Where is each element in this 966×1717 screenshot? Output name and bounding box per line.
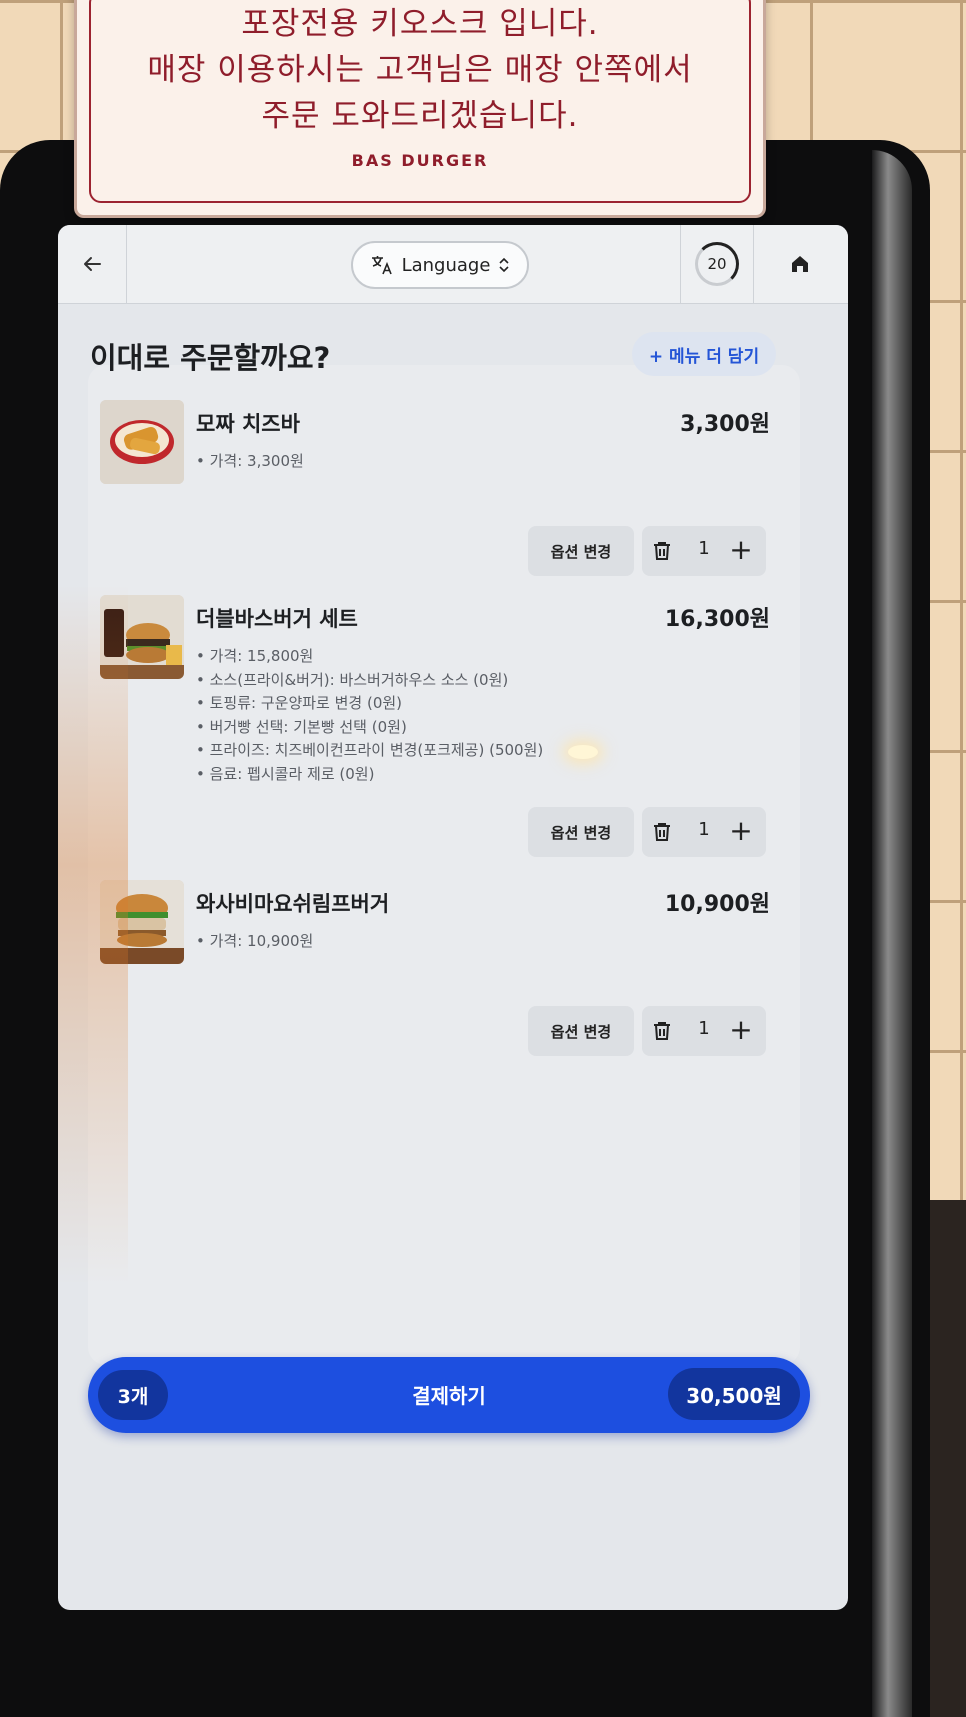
trash-icon[interactable]	[650, 820, 674, 844]
item-option: 음료: 펩시콜라 제로 (0원)	[196, 763, 543, 787]
sign-line-1: 포장전용 키오스크 입니다.	[241, 6, 599, 42]
item-option: 가격: 3,300원	[196, 450, 304, 474]
change-option-button[interactable]: 옵션 변경	[528, 807, 634, 857]
change-option-button[interactable]: 옵션 변경	[528, 526, 634, 576]
home-button[interactable]	[752, 225, 848, 303]
back-button[interactable]	[58, 225, 127, 303]
plus-icon[interactable]: +	[726, 1012, 756, 1048]
item-option: 가격: 15,800원	[196, 645, 543, 669]
quantity-stepper: 1 +	[642, 1006, 766, 1056]
total-price-badge: 30,500원	[668, 1368, 800, 1420]
item-name: 와사비마요쉬림프버거	[196, 892, 390, 916]
takeout-only-sign: 포장전용 키오스크 입니다. 매장 이용하시는 고객님은 매장 안쪽에서 주문 …	[74, 0, 766, 218]
item-option: 버거빵 선택: 기본빵 선택 (0원)	[196, 716, 543, 740]
trash-icon[interactable]	[650, 1019, 674, 1043]
light-glare	[568, 745, 598, 759]
item-price: 3,300원	[680, 412, 770, 437]
sign-line-2: 매장 이용하시는 고객님은 매장 안쪽에서	[147, 52, 693, 88]
checkout-button[interactable]: 3개 결제하기 30,500원	[88, 1357, 810, 1433]
quantity-value: 1	[698, 819, 710, 840]
home-icon	[792, 256, 808, 272]
item-option: 소스(프라이&버거): 바스버거하우스 소스 (0원)	[196, 669, 543, 693]
sign-line-3: 주문 도와드리겠습니다.	[261, 98, 579, 134]
item-option: 프라이즈: 치즈베이컨프라이 변경(포크제공) (500원)	[196, 739, 544, 763]
item-options: 가격: 3,300원	[196, 450, 304, 474]
timer-cell: 20	[680, 225, 754, 303]
quantity-stepper: 1 +	[642, 807, 766, 857]
page-title: 이대로 주문할까요?	[90, 341, 331, 375]
sign-border: 포장전용 키오스크 입니다. 매장 이용하시는 고객님은 매장 안쪽에서 주문 …	[89, 0, 751, 203]
quantity-stepper: 1 +	[642, 526, 766, 576]
quantity-value: 1	[698, 1018, 710, 1039]
top-bar: Language 20	[58, 225, 848, 304]
cart-list: 모짜 치즈바 3,300원 가격: 3,300원 옵션 변경 1 +	[88, 400, 800, 1365]
cart-item: 모짜 치즈바 3,300원 가격: 3,300원 옵션 변경 1 +	[88, 400, 800, 580]
cart-item: 와사비마요쉬림프버거 10,900원 가격: 10,900원 옵션 변경 1 +	[88, 880, 800, 1060]
item-price: 16,300원	[664, 607, 770, 632]
translate-icon	[371, 256, 392, 275]
trash-icon[interactable]	[650, 539, 674, 563]
item-image-mozza-cheese-bar	[100, 400, 184, 484]
plus-icon[interactable]: +	[726, 532, 756, 568]
arrow-left-icon	[84, 257, 101, 271]
sign-brand-logo: BAS DURGER	[351, 151, 489, 170]
plus-icon[interactable]: +	[726, 813, 756, 849]
item-name: 모짜 치즈바	[196, 412, 300, 436]
item-option: 가격: 10,900원	[196, 930, 314, 954]
item-option: 토핑류: 구운양파로 변경 (0원)	[196, 692, 543, 716]
item-options: 가격: 10,900원	[196, 930, 314, 954]
language-button[interactable]: Language	[351, 241, 529, 289]
kiosk-bezel-edge	[872, 150, 912, 1717]
item-price: 10,900원	[664, 892, 770, 917]
quantity-value: 1	[698, 538, 710, 559]
countdown-timer: 20	[695, 242, 739, 286]
chevron-updown-icon	[499, 257, 509, 273]
item-name: 더블바스버거 세트	[196, 607, 358, 631]
language-label: Language	[401, 254, 491, 276]
screen-reflection	[58, 585, 128, 1285]
kiosk-screen: Language 20 이대로 주문할까요? + 메뉴 더 담기 모짜 치즈바 …	[58, 225, 848, 1610]
change-option-button[interactable]: 옵션 변경	[528, 1006, 634, 1056]
add-more-menu-button[interactable]: + 메뉴 더 담기	[632, 332, 776, 376]
item-options: 가격: 15,800원 소스(프라이&버거): 바스버거하우스 소스 (0원) …	[196, 645, 544, 787]
cart-item: 더블바스버거 세트 16,300원 가격: 15,800원 소스(프라이&버거)…	[88, 595, 800, 857]
